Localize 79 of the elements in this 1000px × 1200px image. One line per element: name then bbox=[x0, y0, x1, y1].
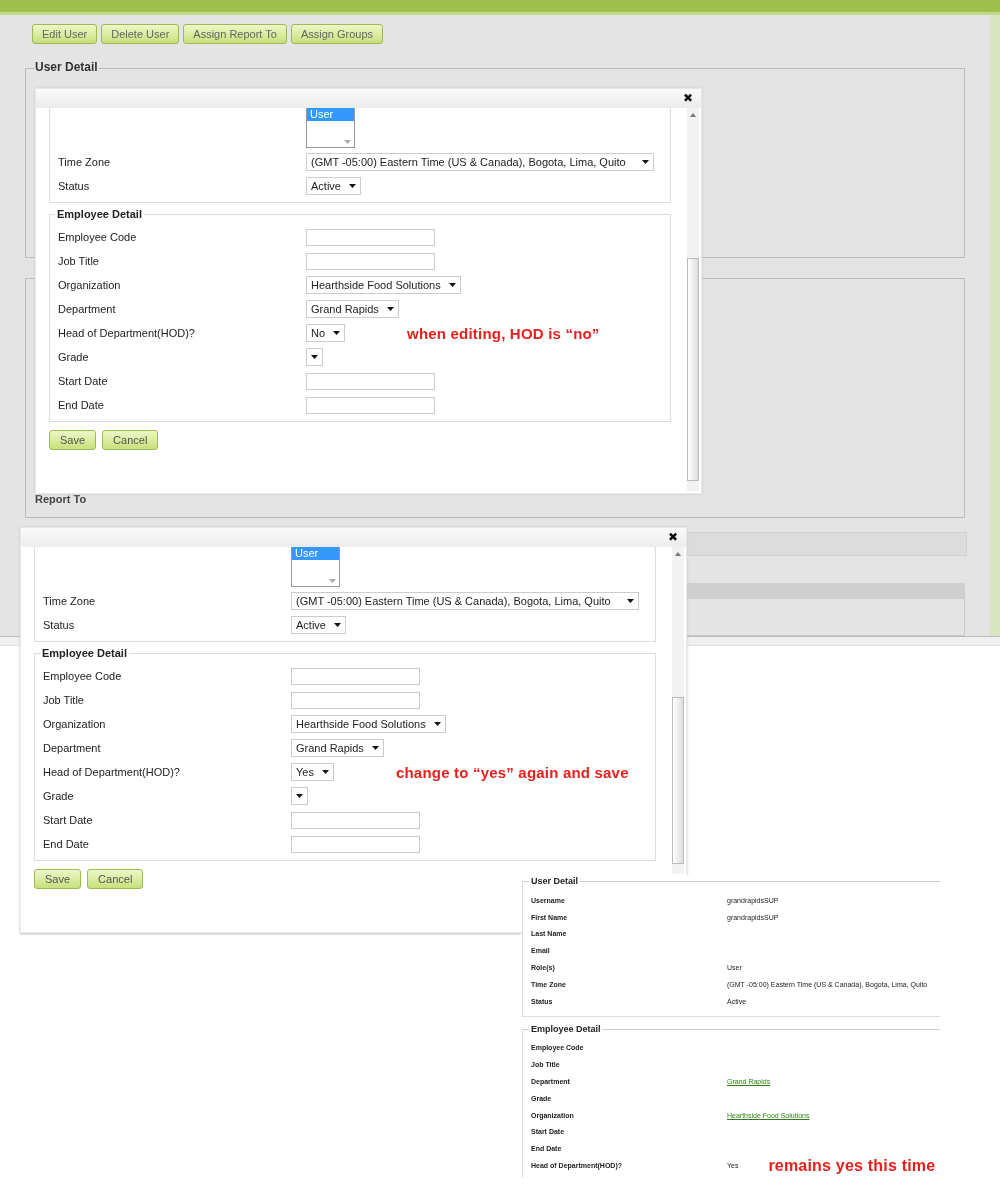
dropdown[interactable]: Grand Rapids bbox=[306, 300, 399, 318]
dropdown[interactable]: Active bbox=[291, 616, 346, 634]
dropdown[interactable]: Active bbox=[306, 177, 361, 195]
field-label: Employee Code bbox=[58, 231, 138, 243]
caret-icon bbox=[627, 599, 634, 603]
toolbar-button[interactable]: Assign Groups bbox=[290, 24, 384, 44]
scroll-down-icon[interactable] bbox=[344, 140, 351, 144]
caret-icon bbox=[321, 770, 329, 774]
dropdown[interactable]: Hearthside Food Solutions bbox=[306, 276, 461, 294]
caret-icon bbox=[296, 794, 303, 798]
caret-icon bbox=[386, 307, 394, 311]
close-button[interactable]: ✖ bbox=[682, 91, 693, 105]
caret-icon bbox=[333, 623, 341, 627]
dropdown[interactable]: (GMT -05:00) Eastern Time (US & Canada), Bogota, Lima, Quito bbox=[291, 592, 639, 610]
field-label: Department bbox=[43, 742, 102, 754]
dropdown[interactable]: No bbox=[306, 324, 346, 342]
toolbar-button[interactable]: Delete User bbox=[101, 24, 180, 44]
input-field[interactable] bbox=[306, 396, 435, 414]
scroll-up-icon[interactable] bbox=[690, 113, 696, 117]
input-field[interactable] bbox=[291, 691, 420, 709]
section-title: User Detail bbox=[34, 60, 99, 74]
field-label: Status bbox=[43, 619, 76, 631]
close-button[interactable]: ✖ bbox=[667, 530, 678, 544]
caret-icon bbox=[311, 355, 318, 359]
section-title: Employee Detail bbox=[529, 1023, 603, 1034]
field-label: Job Title bbox=[43, 694, 85, 706]
field-label: End Date bbox=[43, 838, 90, 850]
dialog-button[interactable]: Cancel bbox=[87, 869, 144, 889]
annotation: remains yes this time bbox=[768, 1156, 936, 1175]
scroll-down-icon[interactable] bbox=[329, 579, 336, 583]
input-field[interactable] bbox=[306, 252, 435, 270]
field-label: End Date bbox=[58, 399, 105, 411]
dropdown[interactable]: Hearthside Food Solutions bbox=[291, 715, 446, 733]
field-label: Organization bbox=[58, 279, 122, 291]
dropdown[interactable]: Grand Rapids bbox=[291, 739, 384, 757]
section-title: Report To bbox=[35, 493, 87, 505]
field-label: Grade bbox=[58, 351, 90, 363]
field-label: Time Zone bbox=[58, 156, 112, 168]
dropdown[interactable]: Yes bbox=[291, 763, 334, 781]
field-label: Department bbox=[58, 303, 117, 315]
field-label: Time Zone bbox=[43, 595, 97, 607]
caret-icon bbox=[448, 283, 456, 287]
annotation: change to “yes” again and save bbox=[395, 763, 629, 781]
caret-icon bbox=[333, 331, 341, 335]
caret-icon bbox=[348, 184, 356, 188]
dropdown[interactable] bbox=[291, 787, 308, 805]
field-label: Status bbox=[58, 180, 91, 192]
annotation: when editing, HOD is “no” bbox=[407, 324, 600, 342]
field-label: Organization bbox=[43, 718, 107, 730]
dialog-button[interactable]: Cancel bbox=[102, 430, 159, 450]
field-label: Start Date bbox=[58, 375, 109, 387]
scrollbar[interactable] bbox=[687, 108, 699, 491]
field-label: Start Date bbox=[43, 814, 94, 826]
field-label: Grade bbox=[43, 790, 75, 802]
field-label: Head of Department(HOD)? bbox=[58, 327, 196, 339]
input-field[interactable] bbox=[291, 835, 420, 853]
field-label: Head of Department(HOD)? bbox=[43, 766, 181, 778]
scroll-up-icon[interactable] bbox=[675, 552, 681, 556]
toolbar-button[interactable]: Assign Report To bbox=[183, 24, 287, 44]
scroll-thumb[interactable] bbox=[687, 258, 699, 481]
section-title: User Detail bbox=[529, 876, 581, 886]
section-title: Employee Detail bbox=[40, 647, 129, 659]
dropdown[interactable]: (GMT -05:00) Eastern Time (US & Canada), Bogota, Lima, Quito bbox=[306, 153, 654, 171]
dialog-button[interactable]: Save bbox=[34, 869, 82, 889]
field-label: Job Title bbox=[58, 255, 100, 267]
input-field[interactable] bbox=[291, 667, 420, 685]
scrollbar[interactable] bbox=[672, 547, 684, 874]
field-label: Employee Code bbox=[43, 670, 123, 682]
toolbar-button[interactable]: Edit User bbox=[32, 24, 98, 44]
dialog-button[interactable]: Save bbox=[49, 430, 97, 450]
section-title: Employee Detail bbox=[55, 208, 144, 220]
input-field[interactable] bbox=[291, 811, 420, 829]
caret-icon bbox=[371, 746, 379, 750]
dropdown[interactable] bbox=[306, 348, 323, 366]
scroll-thumb[interactable] bbox=[672, 697, 684, 864]
input-field[interactable] bbox=[306, 372, 435, 390]
caret-icon bbox=[642, 160, 649, 164]
input-field[interactable] bbox=[306, 228, 435, 246]
caret-icon bbox=[433, 722, 441, 726]
